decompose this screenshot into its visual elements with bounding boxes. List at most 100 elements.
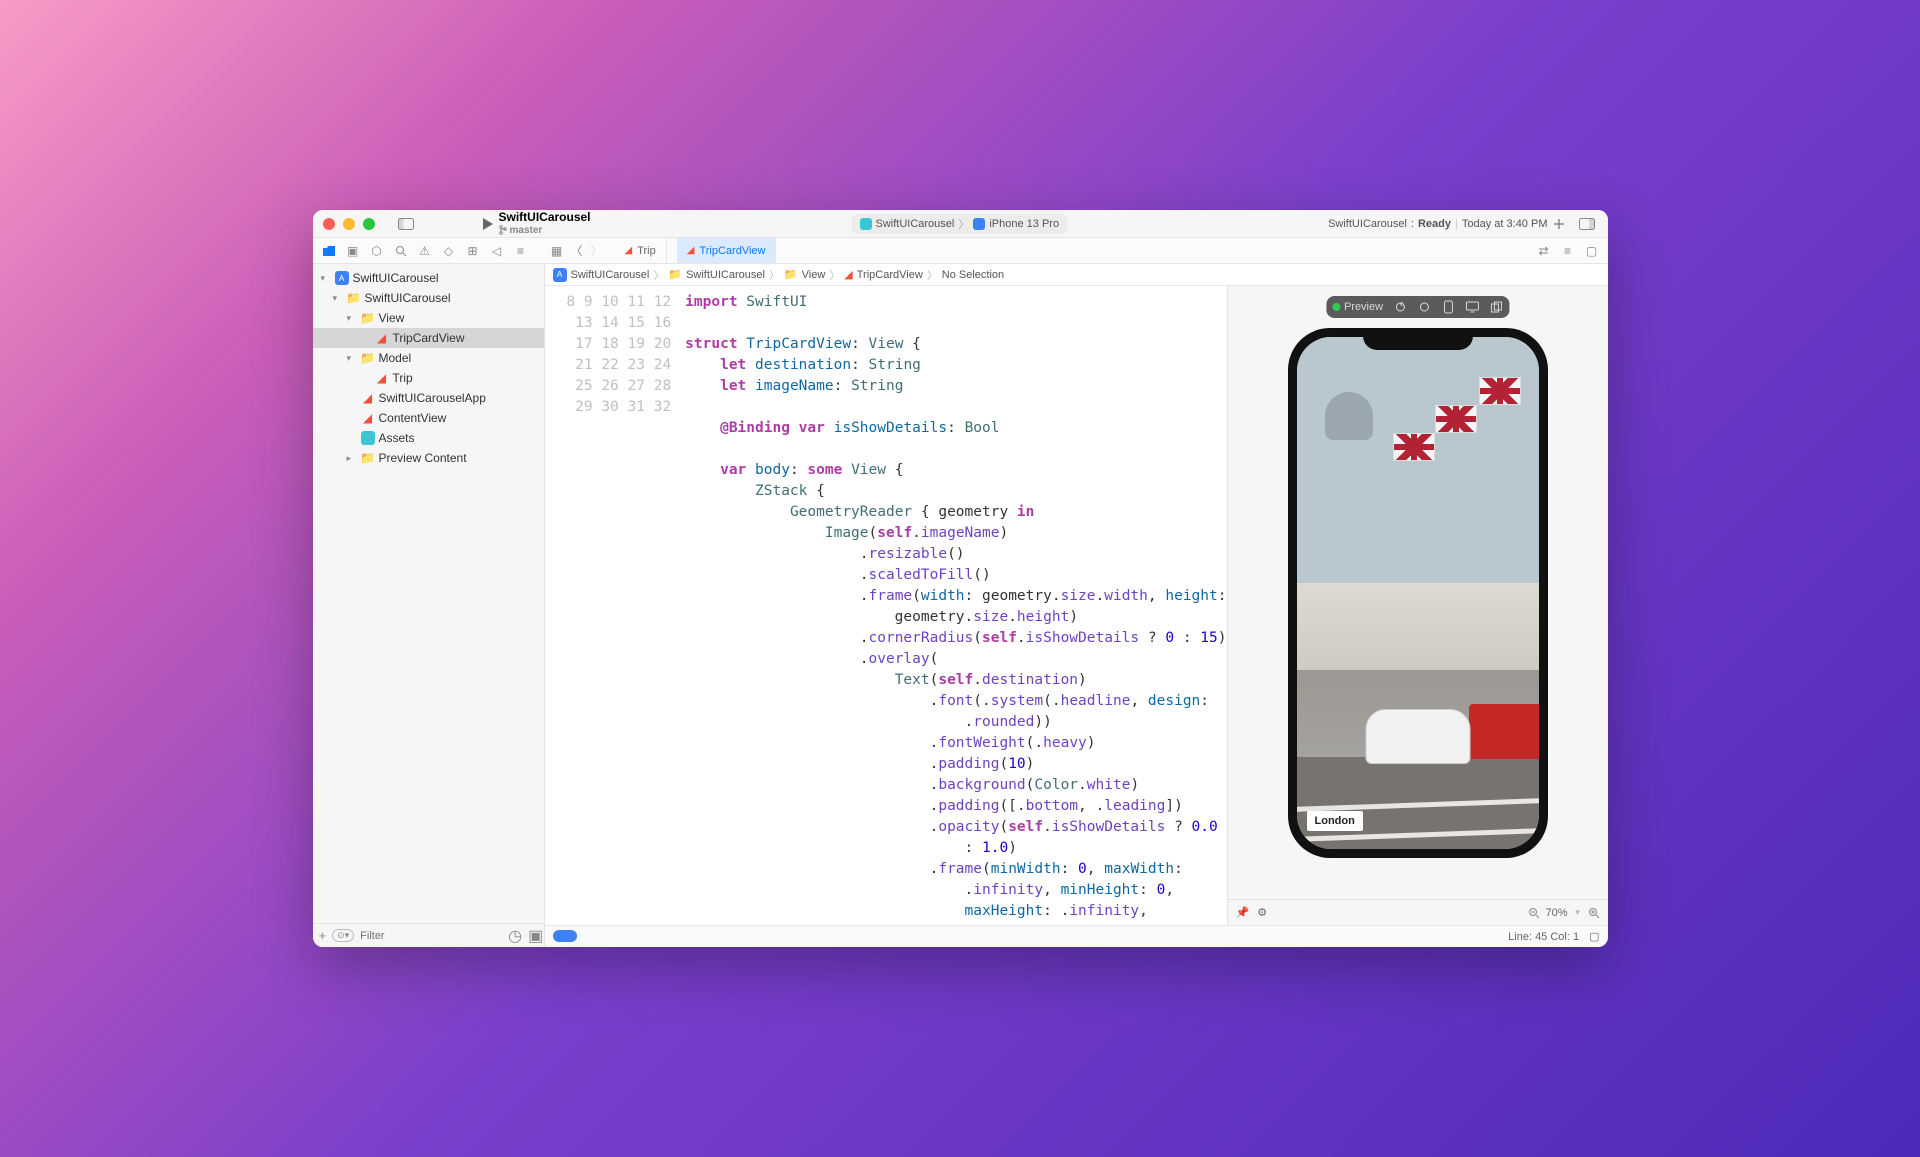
crumb[interactable]: SwiftUICarousel bbox=[686, 269, 765, 281]
phone-canvas[interactable]: London bbox=[1228, 286, 1608, 899]
zoom-out-icon[interactable] bbox=[1528, 907, 1540, 919]
code-editor[interactable]: 8 9 10 11 12 13 14 15 16 17 18 19 20 21 … bbox=[545, 286, 1228, 925]
preview-image: London bbox=[1297, 337, 1539, 849]
nav-file-app[interactable]: ◢ SwiftUICarouselApp bbox=[313, 388, 544, 408]
branch-label: master bbox=[510, 225, 543, 236]
nav-folder-model[interactable]: ▾ 📁 Model bbox=[313, 348, 544, 368]
nav-file-tripcardview[interactable]: ◢ TripCardView bbox=[313, 328, 544, 348]
editor-status-bar: Line: 45 Col: 1 ▢ bbox=[545, 925, 1608, 947]
minimize-window-button[interactable] bbox=[343, 218, 355, 230]
swift-icon: ◢ bbox=[625, 245, 633, 256]
preview-duplicate-icon[interactable] bbox=[1489, 300, 1503, 314]
test-navigator-icon[interactable]: ◇ bbox=[441, 243, 457, 259]
toggle-inspector-icon[interactable]: ▢ bbox=[1584, 243, 1600, 259]
preview-bottom-bar: 📌 ⚙ 70% ▼ bbox=[1228, 899, 1608, 925]
main-body: ▾ A SwiftUICarousel ▾ 📁 SwiftUICarousel … bbox=[313, 264, 1608, 947]
adjust-editor-icon[interactable]: ≡ bbox=[1560, 243, 1576, 259]
breakpoint-navigator-icon[interactable]: ◁ bbox=[489, 243, 505, 259]
forward-button[interactable]: 〉 bbox=[589, 243, 605, 259]
code-content[interactable]: import SwiftUI struct TripCardView: View… bbox=[681, 286, 1226, 925]
nav-label: View bbox=[379, 311, 405, 325]
nav-folder-preview-content[interactable]: ▸ 📁 Preview Content bbox=[313, 448, 544, 468]
scheme-selector[interactable]: SwiftUICarousel 〉 iPhone 13 Pro bbox=[852, 214, 1068, 234]
crumb[interactable]: No Selection bbox=[942, 269, 1004, 281]
swift-icon: ◢ bbox=[375, 331, 389, 345]
source-control-navigator-icon[interactable]: ▣ bbox=[345, 243, 361, 259]
debug-bar-indicator[interactable] bbox=[553, 930, 577, 942]
zoom-window-button[interactable] bbox=[363, 218, 375, 230]
nav-group[interactable]: ▾ 📁 SwiftUICarousel bbox=[313, 288, 544, 308]
close-window-button[interactable] bbox=[323, 218, 335, 230]
nav-file-contentview[interactable]: ◢ ContentView bbox=[313, 408, 544, 428]
nav-label: Assets bbox=[379, 431, 415, 445]
folder-icon: 📁 bbox=[361, 351, 375, 365]
library-button[interactable] bbox=[1576, 213, 1598, 235]
swift-icon: ◢ bbox=[361, 411, 375, 425]
phone-notch bbox=[1363, 328, 1473, 350]
toggle-navigator-button[interactable] bbox=[395, 213, 417, 235]
nav-label: SwiftUICarouselApp bbox=[379, 391, 486, 405]
jump-bar[interactable]: A SwiftUICarousel〉 📁 SwiftUICarousel〉 📁 … bbox=[545, 264, 1608, 286]
cursor-position-label: Line: 45 Col: 1 bbox=[1508, 931, 1579, 943]
add-button[interactable] bbox=[1548, 213, 1570, 235]
tab-label: TripCardView bbox=[699, 245, 765, 257]
pin-preview-icon[interactable]: 📌 bbox=[1236, 906, 1250, 919]
nav-label: ContentView bbox=[379, 411, 447, 425]
preview-live-button[interactable]: Preview bbox=[1332, 301, 1383, 313]
tab-label: Trip bbox=[637, 245, 656, 257]
crumb[interactable]: TripCardView bbox=[857, 269, 923, 281]
issue-navigator-icon[interactable]: ⚠ bbox=[417, 243, 433, 259]
project-name-label: SwiftUICarousel bbox=[499, 211, 591, 224]
swift-icon: ◢ bbox=[361, 391, 375, 405]
editor-column: A SwiftUICarousel〉 📁 SwiftUICarousel〉 📁 … bbox=[545, 264, 1608, 947]
preview-inspect-icon[interactable] bbox=[1417, 300, 1431, 314]
status-time-label: Today at 3:40 PM bbox=[1462, 218, 1548, 230]
crumb[interactable]: SwiftUICarousel bbox=[571, 269, 650, 281]
project-navigator-icon[interactable] bbox=[321, 243, 337, 259]
titlebar: SwiftUICarousel master SwiftUICarousel 〉… bbox=[313, 210, 1608, 238]
preview-settings-icon[interactable]: ⚙ bbox=[1257, 906, 1267, 919]
tab-tripcardview[interactable]: ◢ TripCardView bbox=[677, 238, 777, 263]
preview-refresh-icon[interactable] bbox=[1393, 300, 1407, 314]
project-icon: A bbox=[335, 271, 349, 285]
line-gutter: 8 9 10 11 12 13 14 15 16 17 18 19 20 21 … bbox=[545, 286, 682, 925]
back-button[interactable]: 〈 bbox=[569, 243, 585, 259]
nav-file-assets[interactable]: Assets bbox=[313, 428, 544, 448]
code-review-icon[interactable]: ⇄ bbox=[1536, 243, 1552, 259]
related-items-icon[interactable]: ▦ bbox=[549, 243, 565, 259]
traffic-lights bbox=[323, 218, 375, 230]
filter-scope-icon[interactable]: ⊙▾ bbox=[332, 929, 354, 942]
debug-navigator-icon[interactable]: ⊞ bbox=[465, 243, 481, 259]
editor-area: 8 9 10 11 12 13 14 15 16 17 18 19 20 21 … bbox=[545, 286, 1608, 925]
nav-file-trip[interactable]: ◢ Trip bbox=[313, 368, 544, 388]
nav-folder-view[interactable]: ▾ 📁 View bbox=[313, 308, 544, 328]
preview-label: Preview bbox=[1344, 301, 1383, 313]
tab-trip[interactable]: ◢ Trip bbox=[615, 238, 667, 263]
preview-device-icon[interactable] bbox=[1441, 300, 1455, 314]
nav-label: SwiftUICarousel bbox=[365, 291, 451, 305]
zoom-in-icon[interactable] bbox=[1588, 907, 1600, 919]
swift-icon: ◢ bbox=[687, 245, 695, 256]
filter-input[interactable] bbox=[360, 930, 502, 942]
crumb[interactable]: View bbox=[802, 269, 826, 281]
live-indicator-icon bbox=[1332, 303, 1340, 311]
folder-icon: 📁 bbox=[361, 311, 375, 325]
find-navigator-icon[interactable] bbox=[393, 243, 409, 259]
status-state-label: Ready bbox=[1418, 218, 1451, 230]
scm-filter-icon[interactable]: ▣ bbox=[528, 926, 543, 946]
run-button[interactable] bbox=[477, 213, 499, 235]
preview-display-icon[interactable] bbox=[1465, 300, 1479, 314]
symbol-navigator-icon[interactable]: ⬡ bbox=[369, 243, 385, 259]
status-project-label: SwiftUICarousel bbox=[1328, 218, 1407, 230]
swift-icon: ◢ bbox=[375, 371, 389, 385]
toggle-debug-area-icon[interactable]: ▢ bbox=[1589, 930, 1599, 943]
nav-label: Preview Content bbox=[379, 451, 467, 465]
add-file-button[interactable]: + bbox=[319, 928, 327, 943]
report-navigator-icon[interactable]: ≡ bbox=[513, 243, 529, 259]
folder-icon: 📁 bbox=[784, 268, 798, 281]
navigator-tree[interactable]: ▾ A SwiftUICarousel ▾ 📁 SwiftUICarousel … bbox=[313, 264, 544, 923]
zoom-level-label[interactable]: 70% bbox=[1546, 907, 1568, 919]
scheme-device-icon bbox=[973, 218, 985, 230]
nav-project-root[interactable]: ▾ A SwiftUICarousel bbox=[313, 268, 544, 288]
recent-filter-icon[interactable]: ◷ bbox=[508, 926, 522, 946]
